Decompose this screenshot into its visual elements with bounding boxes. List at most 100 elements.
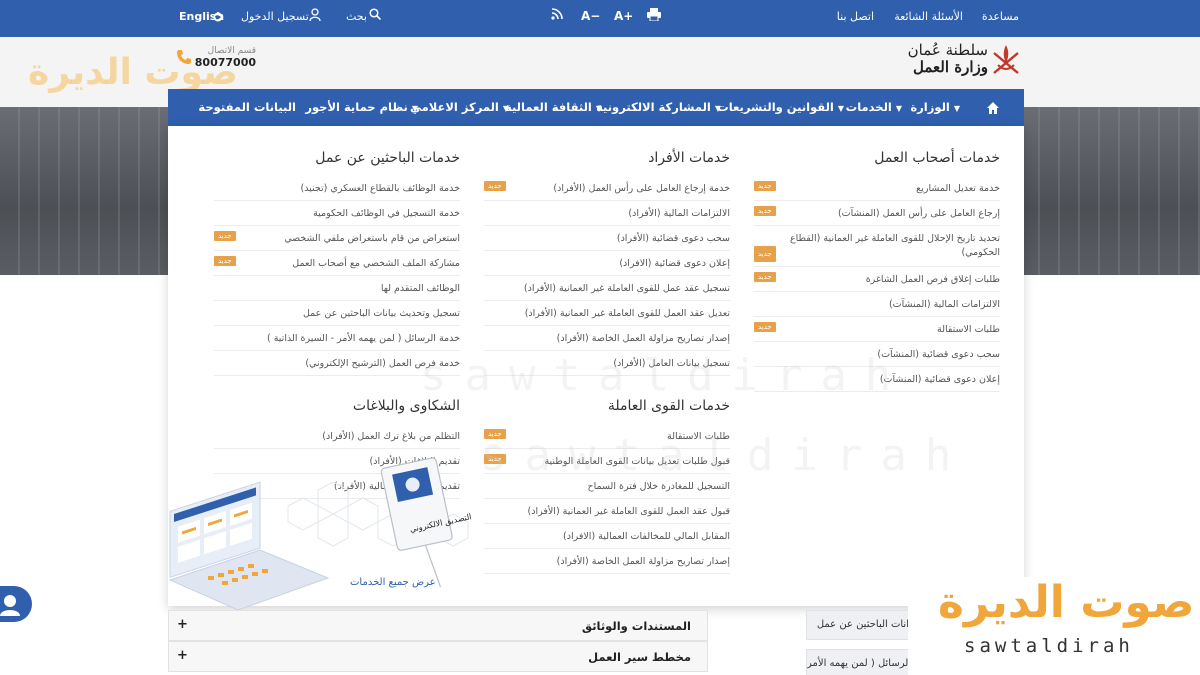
- item-label: استعراض من قام باستعراض ملفي الشخصي: [284, 233, 460, 244]
- home-icon[interactable]: [986, 100, 1000, 114]
- font-decrease-button[interactable]: A−: [581, 9, 600, 23]
- list-item[interactable]: مشاركة الملف الشخصي مع أصحاب العمل جديد: [214, 251, 460, 276]
- individuals-services-list: خدمة إرجاع العامل على رأس العمل (الأفراد…: [484, 176, 730, 376]
- item-label: خدمة إرجاع العامل على رأس العمل (الأفراد…: [553, 183, 730, 194]
- nav-label: المركز الاعلامي: [410, 100, 499, 114]
- item-label: الالتزامات المالية (الأفراد): [628, 208, 730, 219]
- list-item[interactable]: التظلم من بلاغ ترك العمل (الأفراد): [214, 424, 460, 449]
- nav-item-services[interactable]: الخدمات ▼: [846, 100, 902, 114]
- list-item[interactable]: قبول عقد العمل للقوى العاملة غير العماني…: [484, 499, 730, 524]
- list-item[interactable]: إعلان دعوى قضائية (الافراد): [484, 251, 730, 276]
- new-badge: جديد: [214, 256, 236, 266]
- item-label: إصدار تصاريح مزاولة العمل الخاصة (الأفرا…: [556, 333, 730, 344]
- item-label: الالتزامات المالية (المنشآت): [888, 299, 1000, 310]
- list-item[interactable]: استعراض من قام باستعراض ملفي الشخصي جديد: [214, 226, 460, 251]
- list-item[interactable]: خدمة التسجيل في الوظائف الحكومية: [214, 201, 460, 226]
- list-item[interactable]: تعديل عقد العمل للقوى العاملة غير العمان…: [484, 301, 730, 326]
- list-item[interactable]: سحب دعوى قضائية (الأفراد): [484, 226, 730, 251]
- list-item[interactable]: الالتزامات المالية (الأفراد): [484, 201, 730, 226]
- accordion-documents[interactable]: المستندات والوثائق +: [168, 610, 708, 641]
- chat-user-icon: [0, 595, 20, 616]
- list-item[interactable]: خدمة إرجاع العامل على رأس العمل (الأفراد…: [484, 176, 730, 201]
- list-item[interactable]: تسجيل عقد عمل للقوى العاملة غير العمانية…: [484, 276, 730, 301]
- nav-label: المشاركة الالكترونية: [596, 100, 711, 114]
- chevron-down-icon: ▼: [595, 104, 602, 113]
- list-item[interactable]: الالتزامات المالية (المنشآت): [754, 292, 1000, 317]
- print-icon[interactable]: [647, 8, 661, 25]
- search-icon[interactable]: [369, 8, 382, 24]
- list-item[interactable]: طلبات إغلاق فرص العمل الشاغرة جديد: [754, 267, 1000, 292]
- chat-widget-button[interactable]: [0, 586, 32, 622]
- jobseekers-services-list: خدمة الوظائف بالقطاع العسكري (تجنيد) خدم…: [214, 176, 460, 376]
- faq-link[interactable]: الأسئلة الشائعة: [894, 10, 963, 23]
- item-label: إصدار تصاريح مزاولة العمل الخاصة (الأفرا…: [556, 556, 730, 567]
- plus-icon: +: [177, 617, 188, 632]
- top-utility-bar: مساعدة الأسئلة الشائعة اتصل بنا A+ A− بح…: [0, 0, 1200, 37]
- accordion-label: مخطط سير العمل: [588, 650, 691, 664]
- employers-services-title: خدمات أصحاب العمل: [874, 150, 1000, 166]
- new-badge: جديد: [754, 181, 776, 191]
- new-badge: جديد: [754, 322, 776, 332]
- nav-item-open-data[interactable]: البيانات المفتوحة: [198, 100, 296, 114]
- new-badge: جديد: [214, 231, 236, 241]
- contact-link[interactable]: اتصل بنا: [837, 10, 874, 23]
- item-label: سحب دعوى قضائية (الأفراد): [616, 233, 730, 244]
- help-link[interactable]: مساعدة: [982, 10, 1019, 23]
- rss-icon[interactable]: [551, 8, 563, 24]
- watermark-center-latin-2: sawtaldirah: [480, 430, 970, 481]
- nav-item-e-participation[interactable]: المشاركة الالكترونية ▼: [596, 100, 721, 114]
- chevron-down-icon: ▼: [714, 104, 721, 113]
- nav-item-laws[interactable]: القوانين والتشريعات ▼: [717, 100, 844, 114]
- item-label: قبول عقد العمل للقوى العاملة غير العماني…: [527, 506, 730, 517]
- item-label: خدمة تعديل المشاريع: [916, 183, 1000, 194]
- list-item[interactable]: إرجاع العامل على رأس العمل (المنشآت) جديد: [754, 201, 1000, 226]
- accordion-label: المستندات والوثائق: [581, 619, 691, 633]
- item-label: طلبات الاستقالة: [936, 324, 1000, 335]
- watermark-logo-latin: sawtaldirah: [964, 635, 1134, 657]
- nav-label: الوزارة: [910, 100, 950, 114]
- list-item[interactable]: الوظائف المتقدم لها: [214, 276, 460, 301]
- plus-icon: +: [177, 648, 188, 663]
- nav-item-media-center[interactable]: المركز الاعلامي ▼: [410, 100, 509, 114]
- nav-label: القوانين والتشريعات: [717, 100, 834, 114]
- list-item[interactable]: خدمة الرسائل ( لمن يهمه الأمر - السيرة ا…: [214, 326, 460, 351]
- view-all-services-link[interactable]: عرض جميع الخدمات: [350, 577, 436, 588]
- list-item[interactable]: تسجيل وتحديث بيانات الباحثين عن عمل: [214, 301, 460, 326]
- chevron-down-icon: ▼: [411, 104, 418, 113]
- side-card-letters[interactable]: خدمة الرسائل ( لمن يهمه الأمر -: [806, 649, 916, 675]
- watermark-center-latin: sawtaldirah: [420, 350, 910, 401]
- main-nav: الوزارة ▼ الخدمات ▼ القوانين والتشريعات ▼ ا…: [168, 89, 1024, 126]
- side-card-jobseekers[interactable]: انات الباحثين عن عمل: [806, 610, 916, 640]
- item-label: تعديل عقد العمل للقوى العاملة غير العمان…: [524, 308, 730, 319]
- list-item[interactable]: إصدار تصاريح مزاولة العمل الخاصة (الأفرا…: [484, 326, 730, 351]
- nav-label: نظام حماية الأجور: [305, 100, 408, 114]
- item-label: إعلان دعوى قضائية (الافراد): [619, 258, 730, 269]
- list-item[interactable]: خدمة تعديل المشاريع جديد: [754, 176, 1000, 201]
- jobseekers-services-title: خدمات الباحثين عن عمل: [315, 150, 460, 166]
- list-item[interactable]: خدمة الوظائف بالقطاع العسكري (تجنيد): [214, 176, 460, 201]
- item-label: التسجيل للمغادرة خلال فترة السماح: [587, 481, 730, 492]
- item-label: المقابل المالي للمخالفات العمالية (الافر…: [563, 531, 730, 542]
- nav-item-wage-protection[interactable]: نظام حماية الأجور ▼: [305, 100, 418, 114]
- new-badge: جديد: [484, 181, 506, 191]
- nav-item-ministry[interactable]: الوزارة ▼: [910, 100, 960, 114]
- user-icon[interactable]: [309, 8, 321, 25]
- item-label: تحديد تاريخ الإحلال للقوى العاملة غير ال…: [789, 233, 1000, 258]
- watermark-top-left: صوت الديرة: [28, 52, 238, 93]
- chevron-down-icon: ▼: [837, 104, 844, 113]
- chevron-down-icon: ▼: [895, 104, 902, 113]
- ministry-logo[interactable]: سلطنة عُمان وزارة العمل: [888, 42, 988, 76]
- nav-label: الخدمات: [845, 100, 892, 114]
- list-item[interactable]: طلبات الاستقالة جديد: [754, 317, 1000, 342]
- search-link[interactable]: بحث: [346, 10, 367, 23]
- list-item[interactable]: إصدار تصاريح مزاولة العمل الخاصة (الأفرا…: [484, 549, 730, 574]
- list-item[interactable]: تحديد تاريخ الإحلال للقوى العاملة غير ال…: [754, 226, 1000, 267]
- list-item[interactable]: المقابل المالي للمخالفات العمالية (الافر…: [484, 524, 730, 549]
- font-increase-button[interactable]: A+: [614, 9, 633, 23]
- accordion-workflow[interactable]: مخطط سير العمل +: [168, 641, 708, 672]
- nav-item-labor-culture[interactable]: الثقافة العمالية ▼: [505, 100, 602, 114]
- item-label: مشاركة الملف الشخصي مع أصحاب العمل: [292, 258, 460, 269]
- nav-label: البيانات المفتوحة: [198, 100, 296, 114]
- new-badge: جديد: [754, 206, 776, 216]
- login-link[interactable]: تسجيل الدخول: [241, 10, 309, 23]
